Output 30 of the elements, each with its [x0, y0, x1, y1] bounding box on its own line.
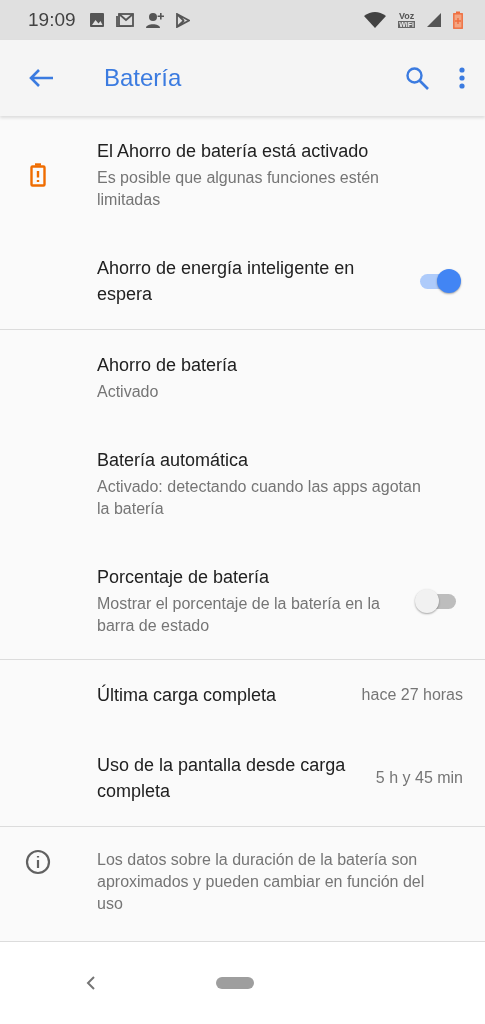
- setting-subtitle: Mostrar el porcentaje de la batería en la barra de estado: [97, 594, 381, 636]
- setting-subtitle: Activado: detectando cuando las apps agotan la batería: [97, 477, 422, 519]
- setting-title[interactable]: Uso de la pantalla desde carga completa: [97, 752, 346, 804]
- footer-note: Los datos sobre la duración de la batería son aproximados y pueden cambiar en función del uso: [97, 850, 426, 914]
- setting-subtitle: Activado: [97, 382, 160, 402]
- setting-title[interactable]: Última carga completa: [97, 682, 332, 708]
- setting-title[interactable]: Batería automática: [97, 447, 427, 473]
- status-time: 19:09: [28, 9, 76, 31]
- setting-title[interactable]: Porcentaje de batería: [97, 564, 413, 590]
- setting-title[interactable]: Ahorro de batería: [97, 352, 427, 378]
- play-store-icon: [175, 12, 190, 28]
- setting-title[interactable]: El Ahorro de batería está activado: [97, 138, 427, 164]
- setting-subtitle: Es posible que algunas funciones estén limitadas: [97, 168, 380, 210]
- battery-alert-icon: [29, 162, 46, 187]
- home-button[interactable]: [216, 977, 254, 989]
- page-title: Batería: [104, 64, 183, 92]
- wifi-icon: [364, 12, 387, 28]
- image-icon: [89, 13, 104, 27]
- mail-icon: [115, 13, 134, 27]
- back-arrow-icon: [28, 68, 54, 88]
- battery-low-icon: [453, 11, 463, 29]
- chevron-left-icon: [86, 975, 96, 991]
- search-icon: [405, 66, 429, 90]
- signal-icon: [427, 13, 441, 27]
- person-add-icon: [145, 12, 164, 28]
- setting-title[interactable]: Ahorro de energía inteligente en espera: [97, 255, 413, 307]
- more-options-icon: [459, 67, 465, 89]
- setting-value: hace 27 horas: [361, 686, 463, 704]
- info-icon: [24, 849, 51, 875]
- setting-value: 5 h y 45 min: [375, 769, 463, 787]
